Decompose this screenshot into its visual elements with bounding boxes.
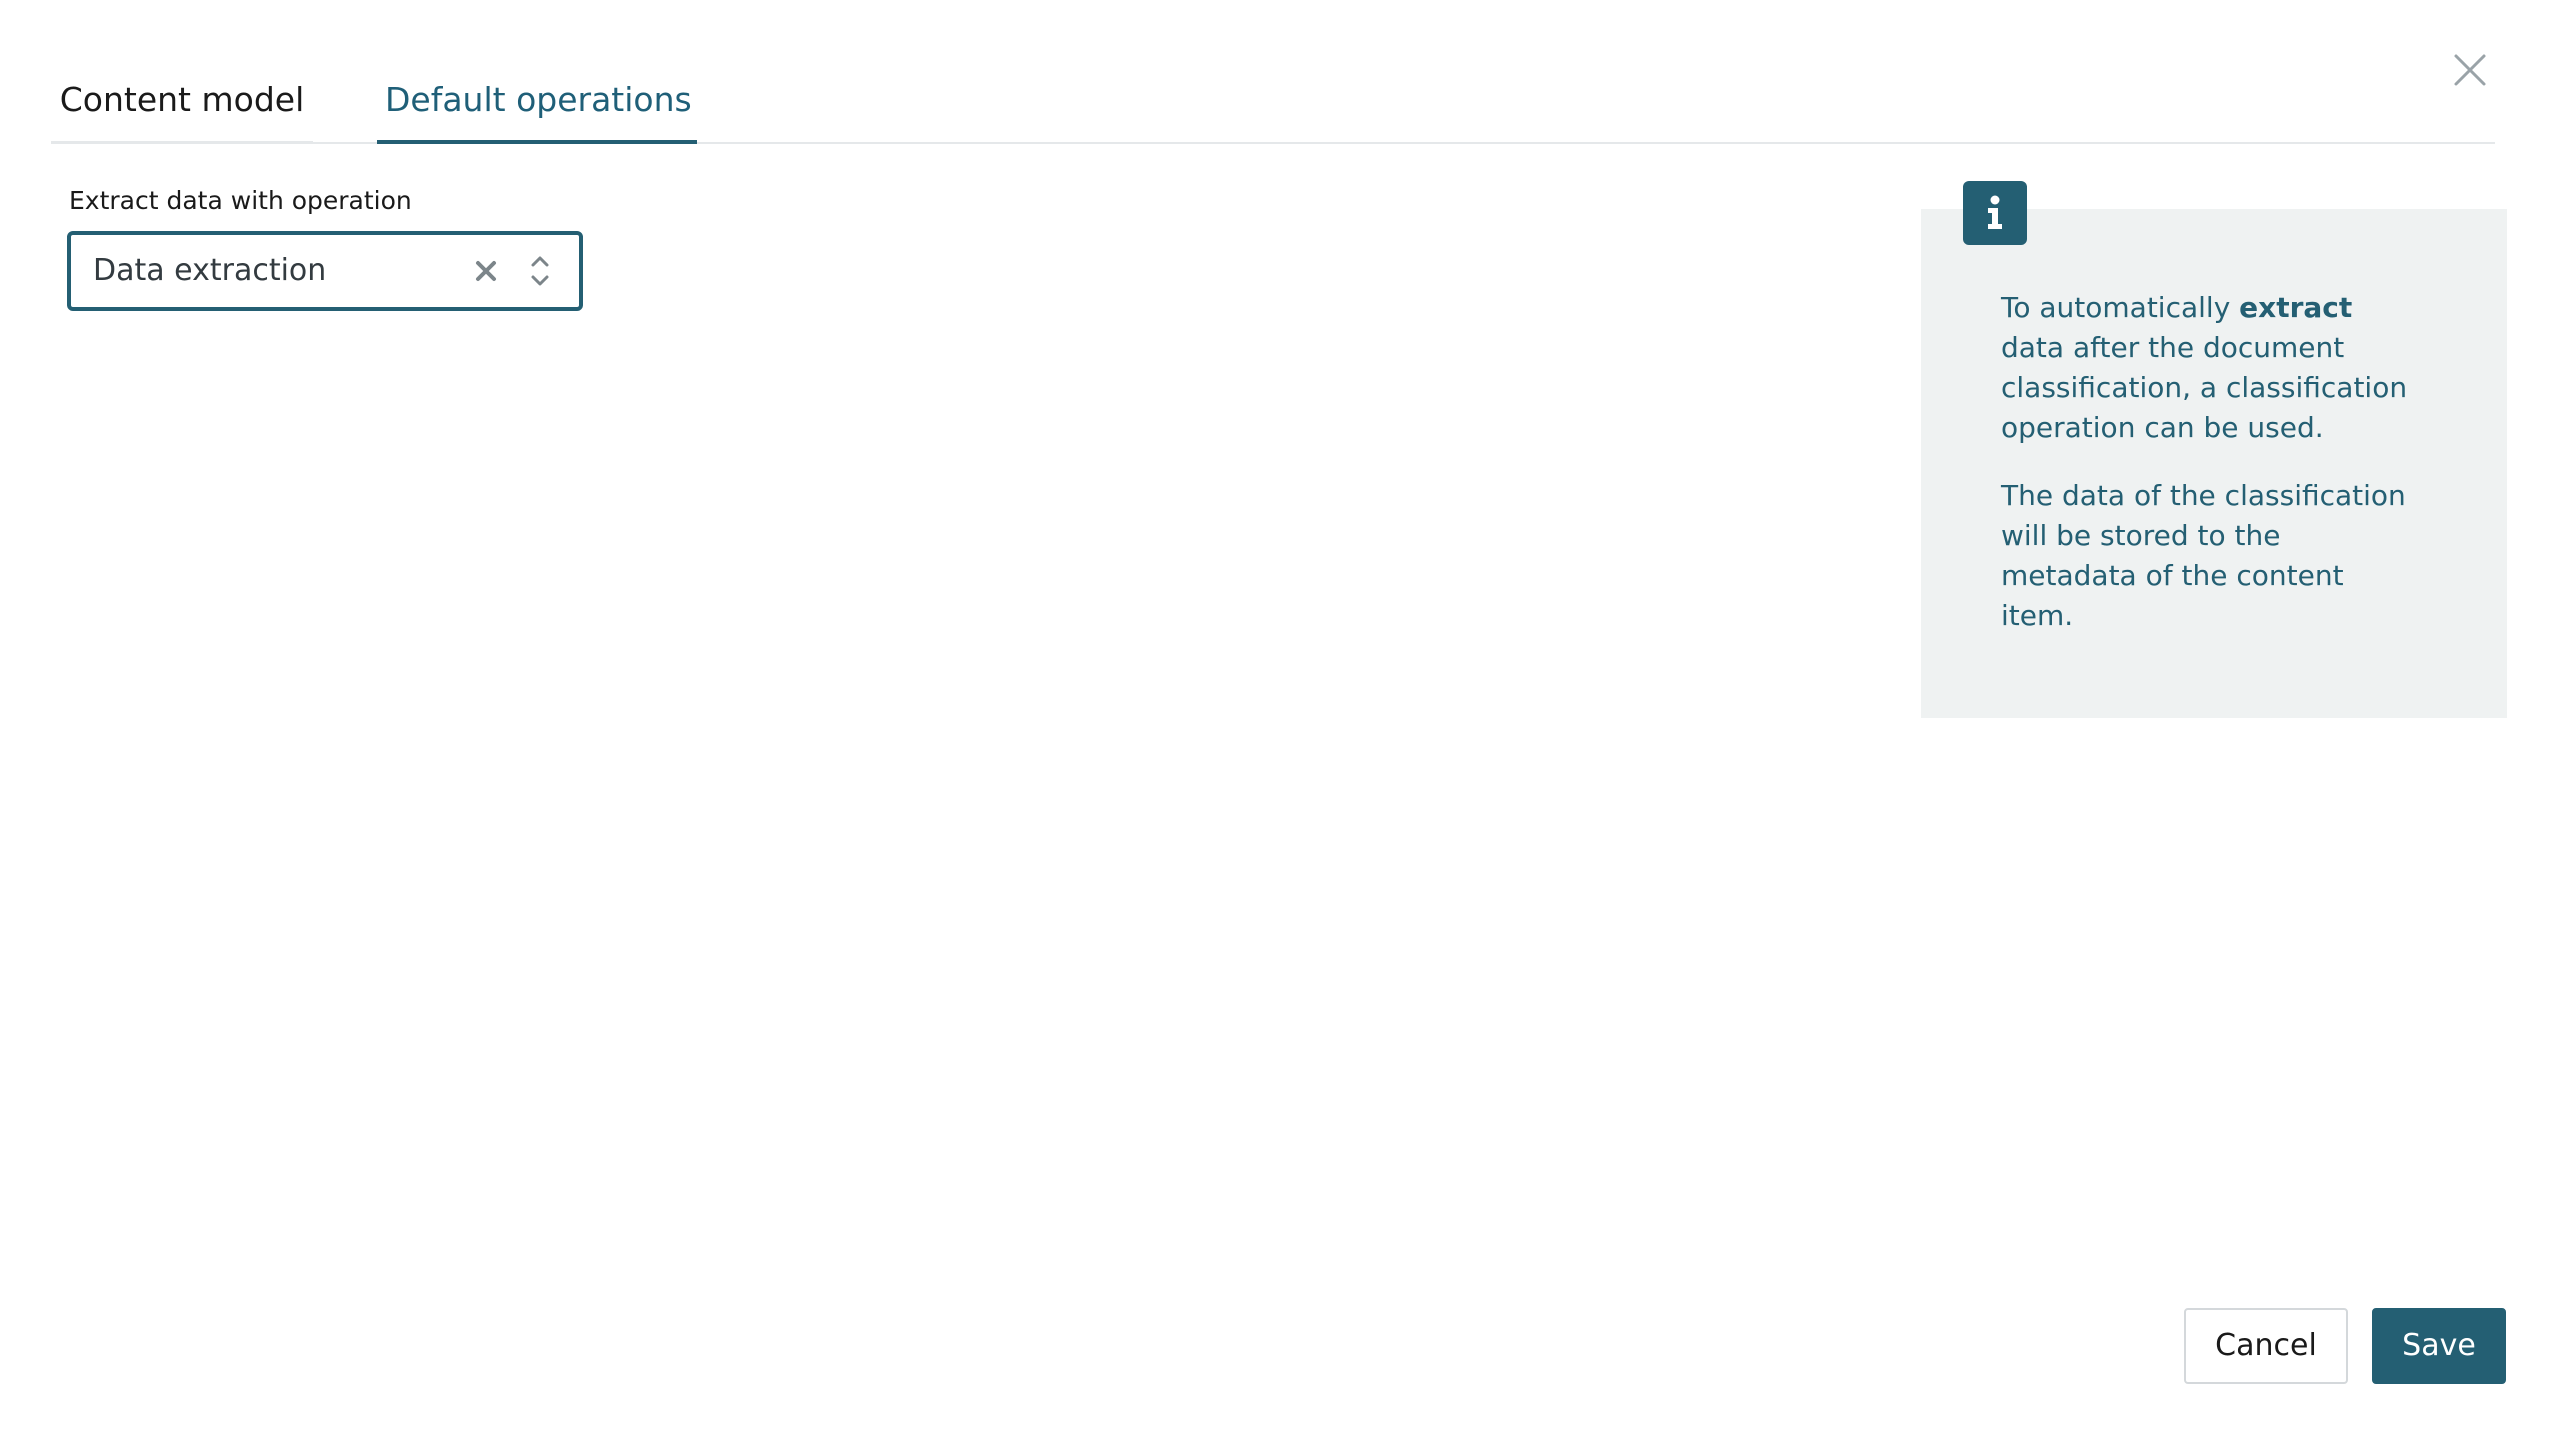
info-paragraph-2: The data of the classification will be s… — [2001, 479, 2406, 632]
tab-content-model[interactable]: Content model — [51, 72, 313, 144]
select-value: Data extraction — [93, 253, 327, 288]
info-text: To automatically extract data after the … — [2001, 288, 2421, 664]
chevron-up-down-icon — [531, 256, 549, 286]
info-badge — [1963, 181, 2027, 245]
extract-operation-select[interactable]: Data extraction — [67, 231, 583, 311]
info-paragraph-1: To automatically extract data after the … — [2001, 291, 2408, 444]
info-emphasis: extract — [2239, 291, 2353, 324]
save-button[interactable]: Save — [2372, 1308, 2506, 1384]
info-icon — [1988, 195, 2002, 229]
tab-bar: Content model Default operations — [51, 0, 2495, 144]
cancel-button[interactable]: Cancel — [2184, 1308, 2348, 1384]
tab-default-operations[interactable]: Default operations — [377, 72, 697, 144]
extract-operation-label: Extract data with operation — [69, 186, 412, 215]
dropdown-toggle[interactable] — [529, 253, 551, 289]
clear-selection-button[interactable] — [473, 258, 499, 284]
clear-icon — [476, 261, 496, 281]
dialog: Content model Default operations Extract… — [0, 0, 2554, 1436]
